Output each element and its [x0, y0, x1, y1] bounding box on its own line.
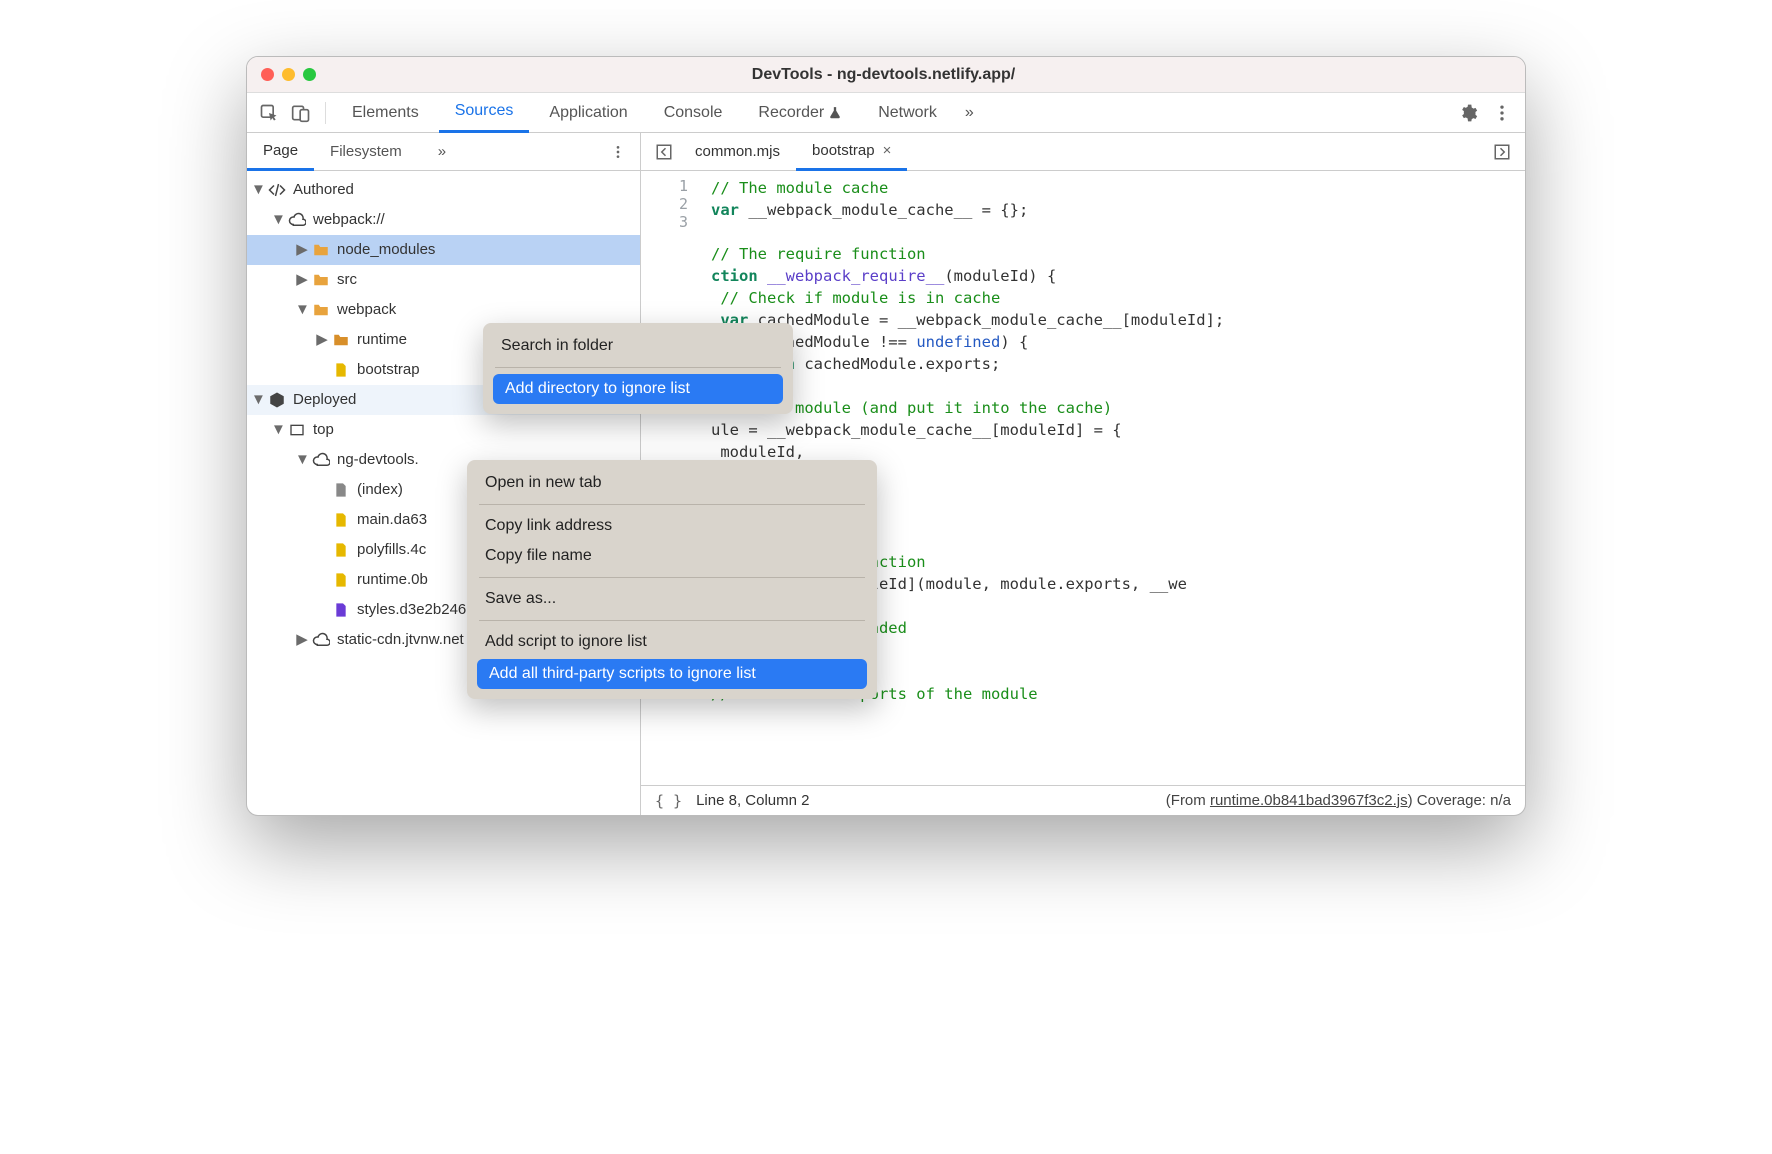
source-link[interactable]: runtime.0b841bad3967f3c2.js	[1210, 792, 1408, 809]
zoom-window-button[interactable]	[303, 68, 316, 81]
ctx-add-directory-ignore[interactable]: Add directory to ignore list	[493, 374, 783, 404]
kebab-menu-icon[interactable]	[1487, 98, 1517, 128]
window-controls	[261, 68, 316, 81]
code-icon	[267, 180, 287, 200]
nav-back-icon[interactable]	[655, 143, 673, 161]
css-file-icon	[331, 600, 351, 620]
folder-icon	[311, 270, 331, 290]
tree-label: polyfills.4c	[357, 536, 426, 564]
sidebar-tabstrip: Page Filesystem »	[247, 133, 640, 171]
titlebar: DevTools - ng-devtools.netlify.app/	[247, 57, 1525, 93]
settings-icon[interactable]	[1453, 98, 1483, 128]
editor-tab-bootstrap[interactable]: bootstrap ×	[796, 133, 907, 171]
ctx-open-in-new-tab[interactable]: Open in new tab	[467, 468, 877, 498]
tree-group-authored[interactable]: ▼ Authored	[247, 175, 640, 205]
cloud-icon	[311, 630, 331, 650]
close-window-button[interactable]	[261, 68, 274, 81]
ctx-separator	[479, 620, 865, 621]
devtools-window: DevTools - ng-devtools.netlify.app/ Elem…	[246, 56, 1526, 816]
tree-item-webpack-folder[interactable]: ▼ webpack	[247, 295, 640, 325]
folder-icon	[311, 240, 331, 260]
tree-item-node-modules[interactable]: ▶ node_modules	[247, 235, 640, 265]
cursor-position: Line 8, Column 2	[696, 792, 809, 809]
tab-network[interactable]: Network	[862, 93, 953, 133]
frame-icon	[287, 420, 307, 440]
tree-item-top[interactable]: ▼ top	[247, 415, 640, 445]
tab-recorder[interactable]: Recorder	[742, 93, 858, 133]
sidebar-tab-filesystem[interactable]: Filesystem	[314, 133, 418, 171]
folder-icon	[331, 330, 351, 350]
tree-label: (index)	[357, 476, 403, 504]
sidebar-tab-page[interactable]: Page	[247, 133, 314, 171]
js-file-icon	[331, 510, 351, 530]
main-tabstrip: Elements Sources Application Console Rec…	[247, 93, 1525, 133]
editor-tabstrip: common.mjs bootstrap ×	[641, 133, 1525, 171]
context-menu-file: Open in new tab Copy link address Copy f…	[467, 460, 877, 699]
document-icon	[331, 480, 351, 500]
tree-label: ng-devtools.	[337, 446, 419, 474]
tree-label: Deployed	[293, 386, 356, 414]
ctx-save-as[interactable]: Save as...	[467, 584, 877, 614]
editor-tab-common[interactable]: common.mjs	[679, 133, 796, 171]
nav-forward-icon[interactable]	[1493, 143, 1511, 161]
tree-label: webpack://	[313, 206, 385, 234]
tree-label: Authored	[293, 176, 354, 204]
tree-label: bootstrap	[357, 356, 420, 384]
ctx-separator	[495, 367, 781, 368]
sidebar-tabs-overflow[interactable]: »	[422, 133, 462, 171]
tab-console[interactable]: Console	[648, 93, 739, 133]
device-toggle-icon[interactable]	[287, 99, 315, 127]
tab-elements[interactable]: Elements	[336, 93, 435, 133]
pretty-print-icon[interactable]: { }	[655, 792, 682, 810]
context-menu-folder: Search in folder Add directory to ignore…	[483, 323, 793, 414]
window-title: DevTools - ng-devtools.netlify.app/	[316, 66, 1451, 84]
divider	[325, 102, 326, 124]
cloud-icon	[311, 450, 331, 470]
ctx-add-script-ignore[interactable]: Add script to ignore list	[467, 627, 877, 657]
tab-sources[interactable]: Sources	[439, 93, 530, 133]
tab-recorder-label: Recorder	[758, 104, 824, 122]
flask-icon	[828, 105, 842, 121]
cloud-icon	[287, 210, 307, 230]
tree-label: top	[313, 416, 334, 444]
tab-label: bootstrap	[812, 142, 875, 159]
ctx-separator	[479, 577, 865, 578]
js-file-icon	[331, 540, 351, 560]
ctx-search-in-folder[interactable]: Search in folder	[483, 331, 793, 361]
ctx-separator	[479, 504, 865, 505]
tree-label: runtime	[357, 326, 407, 354]
sidebar-kebab-icon[interactable]	[596, 144, 640, 160]
ctx-add-all-third-party-ignore[interactable]: Add all third-party scripts to ignore li…	[477, 659, 867, 689]
tabs-overflow[interactable]: »	[957, 93, 982, 133]
tree-label: webpack	[337, 296, 396, 324]
tree-label: main.da63	[357, 506, 427, 534]
coverage-info: (From runtime.0b841bad3967f3c2.js) Cover…	[1166, 792, 1511, 809]
editor-statusbar: { } Line 8, Column 2 (From runtime.0b841…	[641, 785, 1525, 815]
ctx-copy-link-address[interactable]: Copy link address	[467, 511, 877, 541]
tree-label: node_modules	[337, 236, 435, 264]
close-tab-icon[interactable]: ×	[883, 142, 892, 159]
tab-label: common.mjs	[695, 143, 780, 160]
tree-item-src[interactable]: ▶ src	[247, 265, 640, 295]
minimize-window-button[interactable]	[282, 68, 295, 81]
tree-label: static-cdn.jtvnw.net	[337, 626, 464, 654]
js-file-icon	[331, 360, 351, 380]
deployed-icon	[267, 390, 287, 410]
folder-icon	[311, 300, 331, 320]
ctx-copy-file-name[interactable]: Copy file name	[467, 541, 877, 571]
tree-label: runtime.0b	[357, 566, 428, 594]
tab-application[interactable]: Application	[533, 93, 643, 133]
tree-label: src	[337, 266, 357, 294]
tree-item-webpack-scheme[interactable]: ▼ webpack://	[247, 205, 640, 235]
inspect-icon[interactable]	[255, 99, 283, 127]
js-file-icon	[331, 570, 351, 590]
